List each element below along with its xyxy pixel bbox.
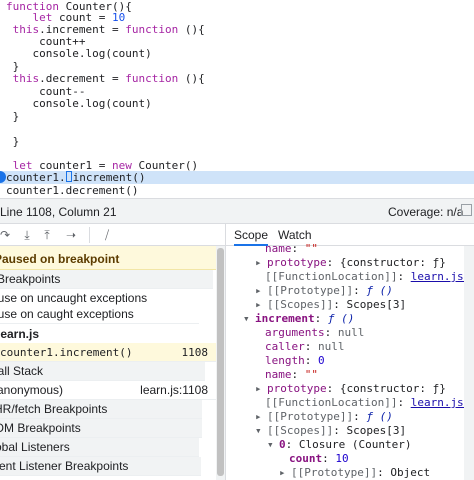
scope-property: arguments: null <box>265 326 365 339</box>
paused-banner: Paused on breakpoint <box>0 246 216 270</box>
callstack-section-header[interactable]: Call Stack <box>0 362 205 381</box>
code-line: } <box>6 110 20 123</box>
sidebar-scrollbar[interactable] <box>216 246 225 480</box>
breakpoint-line: 1108 <box>181 346 209 359</box>
scope-property[interactable]: ▸ [[Prototype]]: ƒ () <box>255 284 393 298</box>
scope-scrollbar[interactable] <box>464 246 474 480</box>
breakpoint-file: learn.js <box>0 327 40 341</box>
event-listener-breakpoints-header[interactable]: Event Listener Breakpoints <box>0 457 201 476</box>
breakpoints-section-header[interactable]: Breakpoints <box>0 270 213 289</box>
scope-property: [[FunctionLocation]]: learn.js:1096 <box>265 396 474 410</box>
pause-caught-checkbox[interactable]: Pause on caught exceptions <box>0 305 199 324</box>
code-line: this.decrement = function (){ <box>6 72 205 85</box>
code-line: console.log(count) <box>6 97 152 110</box>
scope-property[interactable]: ▸ prototype: {constructor: ƒ} <box>255 256 446 270</box>
collapse-arrow-icon: ▾ <box>243 312 250 325</box>
scope-property: caller: null <box>265 340 345 353</box>
paused-line[interactable]: counter1. increment() <box>0 171 474 184</box>
expand-arrow-icon: ▸ <box>255 256 262 269</box>
scope-property[interactable]: ▾ 0: Closure (Counter) <box>267 438 411 452</box>
xhr-breakpoints-header[interactable]: XHR/fetch Breakpoints <box>0 400 202 419</box>
step-icon[interactable]: ➝ <box>64 228 78 242</box>
call-frame-location: learn.js:1108 <box>140 383 208 397</box>
toggle-sidebar-icon[interactable] <box>461 204 472 216</box>
scope-property[interactable]: ▾ [[Scopes]]: Scopes[3] <box>255 424 406 438</box>
code-line: counter1.decrement() <box>6 184 139 197</box>
code-line: } <box>6 135 20 148</box>
expand-arrow-icon: ▸ <box>255 284 262 297</box>
debugger-toolbar: ↷ ⤓ ⤒ ➝ ⧸ <box>0 224 225 246</box>
scope-property[interactable]: ▸ prototype: {constructor: ƒ} <box>255 382 446 396</box>
scope-property[interactable]: ▸ [[Scopes]]: Scopes[3] <box>255 298 406 312</box>
scope-property: name: "" <box>265 368 318 381</box>
code-editor[interactable]: function Counter(){ let count = 10 this.… <box>0 0 474 198</box>
text-cursor <box>65 171 72 182</box>
cursor-position: Line 1108, Column 21 <box>0 205 117 219</box>
call-frame[interactable]: (anonymous) learn.js:1108 <box>0 381 216 400</box>
scope-property: length: 0 <box>265 354 325 367</box>
scope-pane: Scope Watch name: "" ▸ prototype: {constr… <box>226 224 474 480</box>
step-into-icon[interactable]: ⤓ <box>20 228 34 242</box>
expand-arrow-icon: ▸ <box>255 382 262 395</box>
dom-breakpoints-header[interactable]: DOM Breakpoints <box>0 419 202 438</box>
scrollbar-thumb[interactable] <box>217 248 224 476</box>
scope-property: name: "" <box>265 242 318 255</box>
expand-arrow-icon: ▸ <box>255 298 262 311</box>
scope-property: count: 10 <box>289 452 349 465</box>
scope-tabs: Scope Watch <box>226 224 474 246</box>
expand-arrow-icon: ▸ <box>255 410 262 423</box>
scope-property[interactable]: ▸ [[Prototype]]: Object <box>279 466 430 480</box>
status-bar: Line 1108, Column 21 Coverage: n/a <box>0 198 474 224</box>
coverage-status[interactable]: Coverage: n/a <box>388 205 463 219</box>
collapse-arrow-icon: ▾ <box>255 424 262 437</box>
tab-scope[interactable]: Scope <box>234 228 269 246</box>
global-listeners-header[interactable]: Global Listeners <box>0 438 199 457</box>
toolbar-divider <box>89 227 90 243</box>
scope-property[interactable]: ▸ [[Prototype]]: ƒ () <box>255 410 393 424</box>
code-line: console.log(count) <box>6 47 152 60</box>
breakpoint-item[interactable]: counter1.increment() 1108 <box>0 343 216 362</box>
step-over-icon[interactable]: ↷ <box>0 228 12 242</box>
scope-property[interactable]: ▾ increment: ƒ () <box>243 312 354 326</box>
collapse-arrow-icon: ▾ <box>267 438 274 451</box>
tab-watch[interactable]: Watch <box>278 228 312 242</box>
expand-arrow-icon: ▸ <box>279 466 286 479</box>
scope-property: [[FunctionLocation]]: learn.js:1100 <box>265 270 474 284</box>
step-out-icon[interactable]: ⤒ <box>40 228 54 242</box>
debugger-sidebar: ↷ ⤓ ⤒ ➝ ⧸ Paused on breakpoint Breakpoin… <box>0 224 226 480</box>
deactivate-breakpoints-icon[interactable]: ⧸ <box>100 228 114 242</box>
